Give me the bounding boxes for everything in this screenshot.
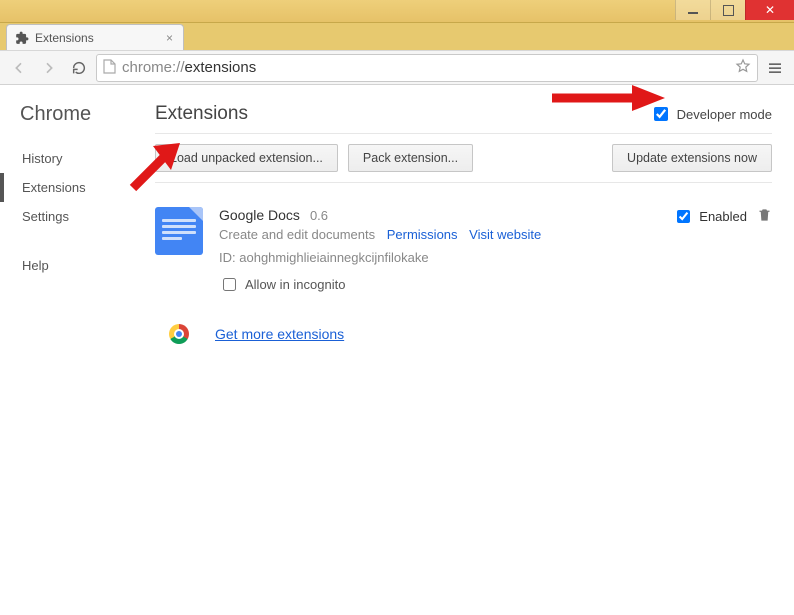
address-bar[interactable]: chrome://extensions	[96, 54, 758, 82]
back-button[interactable]	[6, 55, 32, 81]
extension-name: Google Docs	[219, 207, 300, 223]
tab-close-icon[interactable]: ×	[164, 31, 175, 45]
extension-id-prefix: ID:	[219, 250, 236, 265]
url-path: extensions	[185, 59, 257, 76]
url-protocol: chrome://	[122, 59, 185, 76]
pack-extension-button[interactable]: Pack extension...	[348, 144, 473, 172]
page-icon	[103, 59, 116, 77]
extension-visit-website-link[interactable]: Visit website	[469, 227, 541, 242]
sidebar-item-extensions[interactable]: Extensions	[0, 173, 155, 202]
page-title: Extensions	[155, 103, 650, 125]
extension-id: aohghmighlieiainnegkcijnfilokake	[239, 250, 428, 265]
update-extensions-button[interactable]: Update extensions now	[612, 144, 772, 172]
allow-incognito-checkbox[interactable]	[223, 278, 236, 291]
developer-mode-label: Developer mode	[677, 107, 772, 122]
window-close-button[interactable]	[745, 0, 794, 20]
reload-button[interactable]	[66, 55, 92, 81]
load-unpacked-button[interactable]: Load unpacked extension...	[155, 144, 338, 172]
window-minimize-button[interactable]	[675, 0, 710, 20]
extension-icon	[155, 207, 203, 255]
extension-permissions-link[interactable]: Permissions	[387, 227, 458, 242]
trash-icon[interactable]	[757, 207, 772, 227]
window-maximize-button[interactable]	[710, 0, 745, 20]
browser-toolbar: chrome://extensions	[0, 50, 794, 85]
window-titlebar	[0, 0, 794, 23]
puzzle-piece-icon	[15, 31, 29, 45]
extension-description: Create and edit documents	[219, 227, 375, 242]
tab-title: Extensions	[35, 31, 94, 45]
tab-strip: Extensions ×	[0, 23, 794, 50]
extension-row: Google Docs 0.6 Create and edit document…	[155, 201, 772, 314]
sidebar-item-help[interactable]: Help	[20, 251, 155, 280]
url-text: chrome://extensions	[122, 59, 729, 76]
chrome-logo-icon	[169, 324, 189, 344]
bookmark-star-icon[interactable]	[735, 58, 751, 77]
get-more-extensions-link[interactable]: Get more extensions	[215, 326, 344, 342]
sidebar: Chrome History Extensions Settings Help	[0, 85, 155, 615]
allow-incognito-label: Allow in incognito	[245, 277, 345, 292]
extension-enabled-label: Enabled	[699, 209, 747, 224]
forward-button[interactable]	[36, 55, 62, 81]
extension-enabled-checkbox[interactable]	[677, 210, 690, 223]
browser-tab-extensions[interactable]: Extensions ×	[6, 24, 184, 50]
extension-enabled-toggle[interactable]: Enabled	[673, 207, 747, 226]
brand-heading: Chrome	[20, 103, 155, 126]
developer-mode-toggle[interactable]: Developer mode	[650, 104, 772, 124]
sidebar-item-settings[interactable]: Settings	[20, 202, 155, 231]
sidebar-item-history[interactable]: History	[20, 144, 155, 173]
menu-button[interactable]	[762, 55, 788, 81]
developer-mode-checkbox[interactable]	[654, 107, 668, 121]
extension-version: 0.6	[310, 208, 328, 223]
